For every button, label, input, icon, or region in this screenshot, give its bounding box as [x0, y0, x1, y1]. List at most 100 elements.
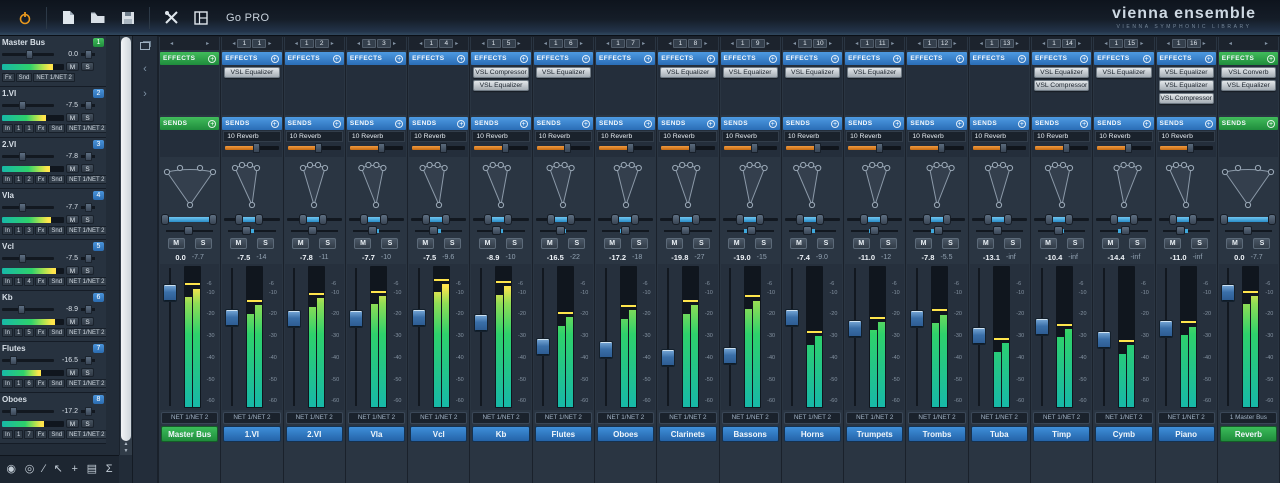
send-level-handle[interactable] — [1000, 143, 1007, 153]
mini-pan-knob[interactable] — [85, 407, 92, 416]
midi-channel-box[interactable]: 3 — [377, 39, 391, 48]
route-next-icon[interactable]: ▸ — [1015, 40, 1020, 47]
width-slider[interactable] — [287, 213, 342, 225]
mini-solo-button[interactable]: S — [81, 368, 94, 377]
midi-port-box[interactable]: 1 — [736, 39, 750, 48]
dial-outline-icon[interactable]: ◎ — [25, 464, 35, 475]
send-slot[interactable]: 10 Reverb — [348, 131, 405, 142]
route-next-icon[interactable]: ▸ — [1202, 40, 1207, 47]
fader-value[interactable]: -14.4 — [1107, 253, 1124, 262]
sends-header[interactable]: SENDS + — [970, 117, 1029, 130]
route-prev-icon[interactable]: ◂ — [231, 40, 236, 47]
add-send-icon[interactable]: + — [1205, 120, 1213, 128]
pan-knob[interactable] — [492, 226, 501, 235]
surround-panner[interactable] — [347, 157, 406, 213]
pan-knob[interactable] — [429, 226, 438, 235]
midi-channel-box[interactable]: 16 — [1187, 39, 1201, 48]
peak-value[interactable]: -7.7 — [1251, 254, 1263, 261]
route-next-icon[interactable]: ▸ — [205, 40, 210, 47]
mini-pan-slider[interactable] — [81, 206, 95, 209]
effect-plugin-button[interactable]: VSL Compressor — [1034, 80, 1089, 91]
mini-solo-button[interactable]: S — [81, 419, 94, 428]
width-knob-left[interactable] — [422, 214, 430, 225]
effects-header[interactable]: EFFECTS + — [1157, 52, 1216, 65]
pan-knob[interactable] — [1054, 226, 1063, 235]
mini-solo-button[interactable]: S — [81, 164, 94, 173]
midi-port-box[interactable]: 1 — [798, 39, 812, 48]
effect-plugin-button[interactable]: VSL Compressor — [1159, 93, 1214, 104]
width-knob-right[interactable] — [380, 214, 388, 225]
send-slot[interactable]: 10 Reverb — [597, 131, 654, 142]
width-knob-right[interactable] — [756, 214, 764, 225]
add-send-icon[interactable]: + — [644, 120, 652, 128]
mini-pan-slider[interactable] — [81, 53, 95, 56]
pan-knob[interactable] — [308, 226, 317, 235]
route-prev-icon[interactable]: ◂ — [792, 40, 797, 47]
mini-volume-knob[interactable] — [19, 101, 26, 110]
fader-value[interactable]: -7.7 — [362, 253, 375, 262]
width-knob-left[interactable] — [547, 214, 555, 225]
fx-button[interactable]: Fx — [35, 124, 48, 133]
width-knob-left[interactable] — [235, 214, 243, 225]
send-slot[interactable]: 10 Reverb — [1095, 131, 1152, 142]
fader-value[interactable]: -7.5 — [423, 253, 436, 262]
width-knob-left[interactable] — [299, 214, 307, 225]
width-slider[interactable] — [723, 213, 778, 225]
snd-button[interactable]: Snd — [48, 226, 65, 235]
save-icon[interactable] — [116, 7, 140, 29]
peak-value[interactable]: -18 — [632, 254, 642, 261]
volume-fader-knob[interactable] — [785, 309, 799, 327]
route-prev-icon[interactable]: ◂ — [667, 40, 672, 47]
pan-knob[interactable] — [993, 226, 1002, 235]
volume-fader-knob[interactable] — [1159, 320, 1173, 338]
surround-panner[interactable] — [783, 157, 842, 213]
add-send-icon[interactable]: + — [333, 120, 341, 128]
route-prev-icon[interactable]: ◂ — [854, 40, 859, 47]
add-send-icon[interactable]: + — [395, 120, 403, 128]
input-port-box[interactable]: 1 — [14, 175, 23, 184]
add-send-icon[interactable]: + — [582, 120, 590, 128]
mini-volume-slider[interactable] — [2, 53, 54, 56]
route-next-icon[interactable]: ▸ — [1264, 40, 1269, 47]
midi-port-box[interactable]: 1 — [611, 39, 625, 48]
effects-header[interactable]: EFFECTS + — [970, 52, 1029, 65]
surround-panner[interactable] — [970, 157, 1029, 213]
surround-panner[interactable] — [721, 157, 780, 213]
route-prev-icon[interactable]: ◂ — [730, 40, 735, 47]
scroll-down-icon[interactable]: ▼ — [120, 448, 132, 455]
width-knob-left[interactable] — [484, 214, 492, 225]
peak-value[interactable]: -10 — [381, 254, 391, 261]
effect-plugin-button[interactable]: VSL Equalizer — [660, 67, 715, 78]
volume-fader[interactable] — [473, 266, 489, 408]
volume-fader-knob[interactable] — [661, 349, 675, 367]
pan-slider[interactable] — [789, 225, 836, 236]
effects-header[interactable]: EFFECTS + — [845, 52, 904, 65]
route-prev-icon[interactable]: ◂ — [1041, 40, 1046, 47]
effects-header[interactable]: EFFECTS + — [1032, 52, 1091, 65]
send-slot[interactable]: 10 Reverb — [1033, 131, 1090, 142]
send-level-handle[interactable] — [1063, 143, 1070, 153]
channel-number-badge[interactable]: 6 — [93, 293, 104, 302]
pointer-icon[interactable]: ↖ — [54, 464, 63, 475]
mini-solo-button[interactable]: S — [81, 113, 94, 122]
effect-plugin-button[interactable]: VSL Equalizer — [1096, 67, 1151, 78]
add-effect-icon[interactable]: + — [395, 55, 403, 63]
volume-fader[interactable] — [784, 266, 800, 408]
sends-header[interactable]: SENDS + — [845, 117, 904, 130]
send-level-handle[interactable] — [751, 143, 758, 153]
peak-value[interactable]: -inf — [1131, 254, 1141, 261]
solo-button[interactable]: S — [817, 238, 834, 249]
send-level-handle[interactable] — [253, 143, 260, 153]
volume-fader[interactable] — [598, 266, 614, 408]
send-slot[interactable]: 10 Reverb — [472, 131, 529, 142]
channel-name-button[interactable]: Cymb — [1095, 426, 1152, 442]
effects-header[interactable]: EFFECTS + — [347, 52, 406, 65]
route-prev-icon[interactable]: ◂ — [1166, 40, 1171, 47]
route-prev-icon[interactable]: ◂ — [481, 40, 486, 47]
effects-header[interactable]: EFFECTS + — [596, 52, 655, 65]
peak-value[interactable]: -22 — [570, 254, 580, 261]
route-prev-icon[interactable]: ◂ — [917, 40, 922, 47]
surround-panner[interactable] — [160, 157, 219, 213]
send-slot[interactable]: 10 Reverb — [908, 131, 965, 142]
mini-volume-knob[interactable] — [18, 305, 25, 314]
